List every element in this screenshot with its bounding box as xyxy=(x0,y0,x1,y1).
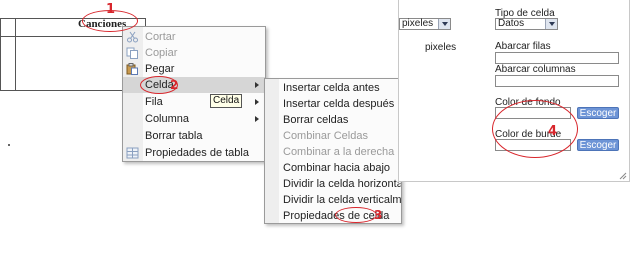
submenu-arrow-icon xyxy=(255,116,259,122)
stray-dot xyxy=(8,144,10,146)
submenu-item-label: Dividir la celda horizontalmente xyxy=(283,178,402,190)
cell-type-select[interactable]: Datos xyxy=(495,18,558,30)
menu-item-columna[interactable]: Columna xyxy=(123,111,265,127)
submenu-item-combinar-derecha[interactable]: Combinar a la derecha xyxy=(265,144,401,160)
submenu-item-insertar-antes[interactable]: Insertar celda antes xyxy=(265,80,401,96)
submenu-item-label: Combinar a la derecha xyxy=(283,146,395,158)
submenu-item-label: Combinar hacia abajo xyxy=(283,162,391,174)
annotation-number-2: 2 xyxy=(170,78,179,92)
submenu-item-dividir-horizontal[interactable]: Dividir la celda horizontalmente xyxy=(265,176,401,192)
choose-border-color-button[interactable]: Escoger xyxy=(577,139,619,151)
submenu-item-label: Insertar celda antes xyxy=(283,82,380,94)
menu-item-cortar[interactable]: Cortar xyxy=(123,29,265,45)
submenu-item-borrar-celdas[interactable]: Borrar celdas xyxy=(265,112,401,128)
submenu-item-dividir-vertical[interactable]: Dividir la celda verticalmente xyxy=(265,192,401,208)
submenu-item-label: Combinar Celdas xyxy=(283,130,368,142)
rowspan-label: Abarcar filas xyxy=(495,41,551,52)
submenu-item-insertar-despues[interactable]: Insertar celda después xyxy=(265,96,401,112)
width-unit-value: pixeles xyxy=(402,18,434,29)
table-column-divider xyxy=(15,19,16,90)
menu-item-borrar-tabla[interactable]: Borrar tabla xyxy=(123,128,265,144)
cell-type-value: Datos xyxy=(498,18,525,29)
tooltip: Celda xyxy=(210,94,242,108)
menu-item-label: Columna xyxy=(145,113,190,125)
menu-item-label: Fila xyxy=(145,96,163,108)
chevron-down-icon xyxy=(545,19,557,29)
annotation-ellipse-4 xyxy=(492,100,578,158)
paste-icon xyxy=(126,63,139,75)
scissors-icon xyxy=(126,31,139,43)
menu-item-label: Copiar xyxy=(145,47,178,59)
menu-item-copiar[interactable]: Copiar xyxy=(123,45,265,61)
colspan-input[interactable] xyxy=(495,75,619,87)
annotation-number-1: 1 xyxy=(106,2,116,17)
submenu-item-label: Insertar celda después xyxy=(283,98,395,110)
menu-item-label: Propiedades de tabla xyxy=(145,147,249,159)
submenu-item-combinar-abajo[interactable]: Combinar hacia abajo xyxy=(265,160,401,176)
menu-item-fila[interactable]: Fila xyxy=(123,94,265,110)
annotation-ellipse-3 xyxy=(335,207,377,223)
cell-submenu: Insertar celda antes Insertar celda desp… xyxy=(264,78,402,224)
choose-bg-color-button[interactable]: Escoger xyxy=(577,107,619,119)
chevron-down-icon xyxy=(438,19,450,29)
cell-properties-panel: pixeles pixeles Tipo de celda Datos Abar… xyxy=(398,0,630,182)
menu-item-label: Cortar xyxy=(145,31,176,43)
submenu-item-label: Borrar celdas xyxy=(283,114,349,126)
rowspan-input[interactable] xyxy=(495,52,619,64)
menu-item-propiedades-tabla[interactable]: Propiedades de tabla xyxy=(123,145,265,161)
menu-item-label: Borrar tabla xyxy=(145,130,203,142)
menu-item-pegar[interactable]: Pegar xyxy=(123,61,265,77)
submenu-item-label: Dividir la celda verticalmente xyxy=(283,194,402,206)
annotation-number-4: 4 xyxy=(548,124,558,139)
submenu-arrow-icon xyxy=(255,82,259,88)
table-icon xyxy=(126,147,139,159)
width-unit-select[interactable]: pixeles xyxy=(399,18,451,30)
submenu-arrow-icon xyxy=(255,99,259,105)
annotation-number-3: 3 xyxy=(374,208,383,222)
submenu-item-combinar-celdas[interactable]: Combinar Celdas xyxy=(265,128,401,144)
copy-icon xyxy=(126,47,139,59)
height-unit-label: pixeles xyxy=(425,42,457,53)
context-menu: Cortar Copiar Pegar Celda Fila Columna B… xyxy=(122,26,266,162)
menu-item-label: Pegar xyxy=(145,63,175,75)
resize-grip-icon[interactable] xyxy=(619,171,627,180)
colspan-label: Abarcar columnas xyxy=(495,64,576,75)
